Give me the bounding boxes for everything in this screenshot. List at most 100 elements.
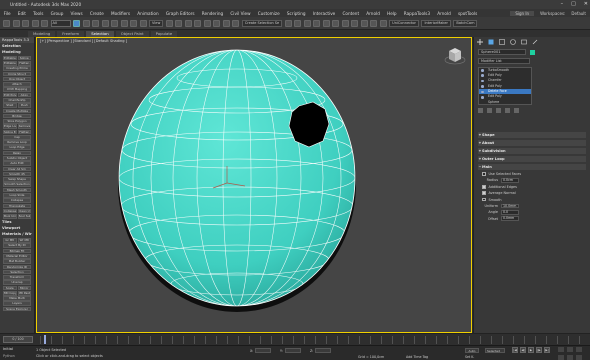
- eye-icon[interactable]: [481, 74, 484, 77]
- placement-icon[interactable]: [139, 19, 147, 27]
- unlink-icon[interactable]: [31, 19, 39, 27]
- menu-customize[interactable]: Customize: [254, 11, 283, 16]
- menu-graph-editors[interactable]: Graph Editors: [162, 11, 198, 16]
- link-icon[interactable]: [22, 19, 29, 27]
- play-icon[interactable]: ▶: [528, 347, 534, 353]
- tool-button[interactable]: Spline: [17, 55, 31, 61]
- menu-tools[interactable]: Tools: [30, 11, 48, 16]
- sign-in-button[interactable]: Sign In: [510, 10, 535, 16]
- tool-button[interactable]: Layers: [3, 301, 31, 307]
- menu-views[interactable]: Views: [67, 11, 86, 16]
- offset-spinner[interactable]: 0.0mm: [501, 216, 519, 222]
- tool-button[interactable]: One Object: [3, 76, 31, 82]
- batchcam-label[interactable]: BatchCam: [453, 19, 478, 27]
- tool-button[interactable]: Mat Builder: [3, 259, 31, 264]
- tool-button[interactable]: Edge Loop: [3, 124, 17, 129]
- tool-button[interactable]: Cap: [3, 134, 31, 140]
- configure-sets-icon[interactable]: [514, 108, 519, 113]
- tool-button[interactable]: Subdiv Object: [3, 156, 31, 161]
- object-color-swatch[interactable]: [530, 49, 535, 55]
- make-unique-icon[interactable]: [496, 108, 501, 113]
- render-frame-icon[interactable]: [370, 19, 378, 27]
- add-time-tag[interactable]: Add Time Tag: [406, 355, 428, 359]
- snaps-toggle-icon[interactable]: [194, 19, 202, 27]
- uniform-spinner[interactable]: 10.0mm: [501, 203, 519, 209]
- rollout-shape[interactable]: Shape: [478, 131, 586, 138]
- utilities-tab-icon[interactable]: [532, 39, 538, 45]
- tool-button[interactable]: Mirror: [17, 285, 31, 291]
- tool-button[interactable]: Push: [17, 103, 31, 108]
- maximize-viewport-icon[interactable]: [576, 355, 582, 360]
- tool-button[interactable]: Clear All Sm: [3, 166, 31, 172]
- pin-stack-icon[interactable]: [478, 108, 483, 113]
- tool-button[interactable]: Attach: [3, 82, 31, 87]
- tool-button[interactable]: Align: [17, 92, 31, 98]
- menu-help[interactable]: Help: [383, 11, 400, 16]
- menu-edit[interactable]: Edit: [14, 11, 29, 16]
- curve-editor-icon[interactable]: [332, 19, 340, 27]
- tool-button[interactable]: Remove Loop: [17, 124, 31, 129]
- remove-modifier-icon[interactable]: [505, 108, 510, 113]
- tool-button[interactable]: Mtl Copy: [3, 290, 17, 296]
- motion-tab-icon[interactable]: [510, 39, 516, 45]
- tool-button[interactable]: Editable Poly: [3, 55, 17, 61]
- named-selection-sets[interactable]: Create Selection Se: [241, 19, 283, 27]
- pivot-icon[interactable]: [165, 19, 173, 27]
- rollout-about[interactable]: About: [478, 139, 586, 146]
- toggle-scene-explorer-icon[interactable]: [303, 19, 311, 27]
- tool-button[interactable]: Select By ID: [3, 243, 31, 248]
- next-frame-icon[interactable]: |▶: [536, 347, 542, 353]
- close-button[interactable]: ✕: [584, 1, 588, 7]
- zoom-icon[interactable]: [558, 347, 564, 352]
- average-normal-checkbox[interactable]: [482, 191, 486, 195]
- auto-key-button[interactable]: Auto: [465, 348, 479, 353]
- tool-button[interactable]: Flatten: [17, 60, 31, 66]
- use-selected-faces-checkbox[interactable]: [482, 172, 486, 176]
- tool-button[interactable]: Smooth 45: [3, 171, 31, 177]
- key-filter-dropdown[interactable]: Selected: [485, 348, 505, 353]
- modifier-list-dropdown[interactable]: Modifier List: [478, 58, 530, 64]
- tool-button[interactable]: Wr Mtl: [17, 238, 31, 243]
- menu-spottools[interactable]: spotTools: [454, 11, 481, 16]
- toggle-layer-explorer-icon[interactable]: [313, 19, 321, 27]
- object-name-field[interactable]: Sphere001: [478, 49, 526, 55]
- zoom-all-icon[interactable]: [567, 347, 573, 352]
- render-setup-icon[interactable]: [360, 19, 368, 27]
- radius-spinner[interactable]: 0.0cm: [501, 178, 519, 183]
- menu-create[interactable]: Create: [86, 11, 107, 16]
- materials-section-title[interactable]: Materials / Wir: [0, 231, 34, 237]
- uniconnector-label[interactable]: UniConnector: [389, 19, 419, 27]
- zoom-extents-icon[interactable]: [576, 347, 582, 352]
- select-by-name-icon[interactable]: [82, 19, 90, 27]
- z-field[interactable]: [315, 348, 332, 353]
- eye-icon[interactable]: [481, 79, 484, 83]
- tool-button[interactable]: Clean Up: [17, 208, 31, 214]
- x-field[interactable]: [255, 348, 272, 353]
- tool-button[interactable]: Loop Edge: [3, 145, 31, 151]
- tool-button[interactable]: Selection: [3, 269, 31, 275]
- tool-button[interactable]: Flatten: [17, 129, 31, 135]
- angle-snap-icon[interactable]: [203, 19, 211, 27]
- menu-scripting[interactable]: Scripting: [283, 11, 309, 16]
- menu-civil-view[interactable]: Civil View: [227, 11, 254, 16]
- sphere-mesh[interactable]: [37, 38, 471, 332]
- menu-animation[interactable]: Animation: [134, 11, 163, 16]
- pan-icon[interactable]: [558, 355, 564, 360]
- select-manipulate-icon[interactable]: [175, 19, 183, 27]
- tool-button[interactable]: ChamferZip: [3, 97, 31, 103]
- previous-frame-icon[interactable]: ◀|: [520, 347, 526, 353]
- interiormaker-label[interactable]: InteriorMaker: [421, 19, 451, 27]
- tool-button[interactable]: Collapse: [3, 198, 31, 203]
- workspace-select[interactable]: Default: [571, 11, 586, 16]
- tool-button[interactable]: Unwrap: [3, 280, 31, 285]
- set-key-button[interactable]: Set K.: [465, 355, 474, 359]
- rollout-subdivision[interactable]: Subdivision: [478, 147, 586, 154]
- tool-button[interactable]: Relax: [3, 150, 31, 156]
- time-slider[interactable]: 0 / 100: [3, 336, 33, 343]
- maxscript-listener-label[interactable]: Initial: [3, 347, 13, 351]
- eye-icon[interactable]: [481, 69, 484, 72]
- tool-button[interactable]: Triangulate: [3, 203, 31, 209]
- rotate-icon[interactable]: [120, 19, 128, 27]
- rect-select-icon[interactable]: [92, 19, 99, 27]
- redo-icon[interactable]: [12, 19, 20, 27]
